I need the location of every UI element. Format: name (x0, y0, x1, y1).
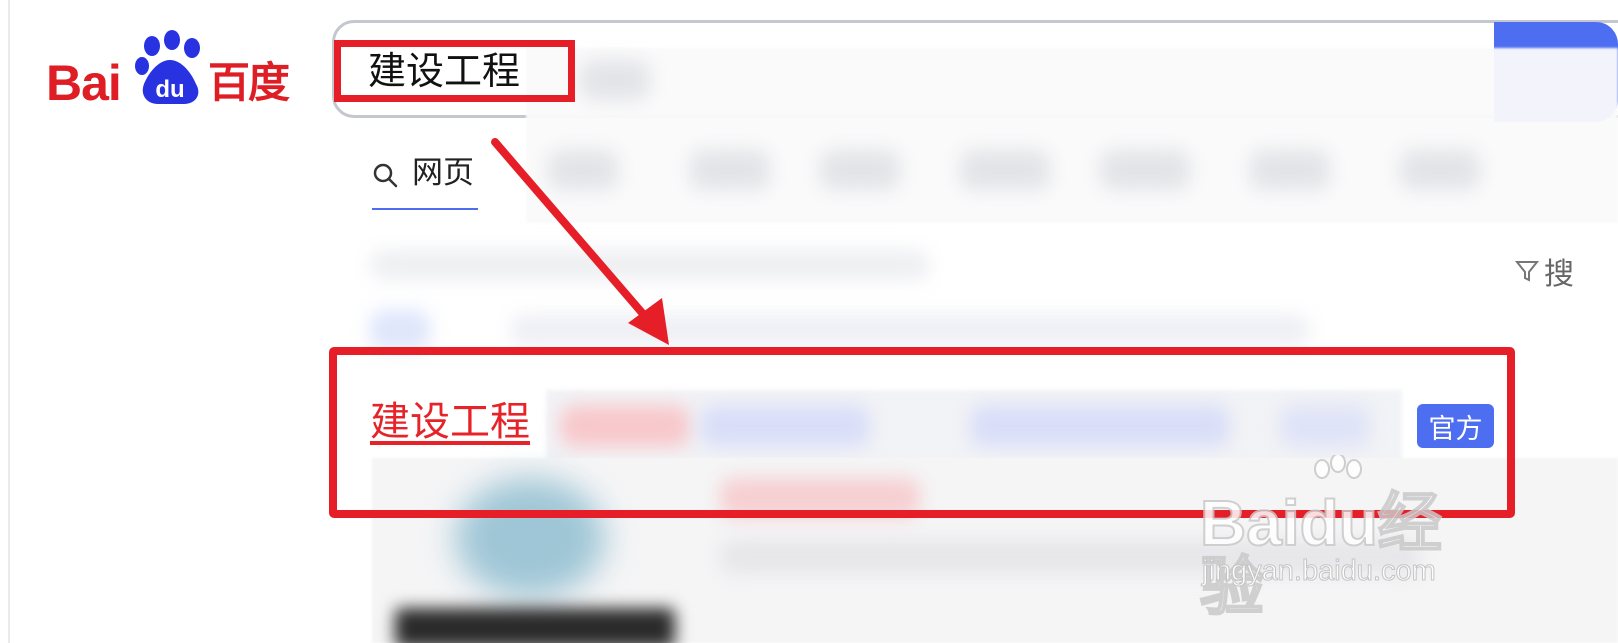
search-tools[interactable]: 搜 (1514, 249, 1574, 293)
suggestion-blur (548, 150, 618, 190)
logo-latin: Bai (46, 55, 122, 111)
result-caption-blur (395, 608, 675, 643)
suggestion-blur (1100, 150, 1190, 190)
baidu-jingyan-watermark: Baidu经验 jingyan.baidu.com (1199, 455, 1500, 620)
tab-web-label: 网页 (412, 155, 474, 191)
suggestion-blur (1250, 150, 1330, 190)
results-meta-blur (370, 250, 930, 280)
search-icon (373, 163, 398, 188)
suggestion-blur (960, 150, 1050, 190)
suggestion-blur (1400, 150, 1480, 190)
logo-paw-text: du (155, 76, 184, 103)
search-tools-label: 搜 (1544, 257, 1574, 292)
tab-web[interactable]: 网页 (372, 154, 480, 210)
suggestion-dropdown (526, 48, 1618, 223)
tab-active-indicator (372, 208, 478, 210)
logo-chinese: 百度 (208, 58, 290, 107)
suggestion-blur (820, 150, 900, 190)
annotation-box-search (334, 40, 575, 102)
watermark-url: jingyan.baidu.com (1202, 555, 1437, 588)
baidu-logo[interactable]: Bai du 百度 (46, 30, 306, 110)
paw-icon: du (135, 30, 200, 104)
results-meta-blur (510, 315, 1310, 345)
page-left-border (8, 0, 10, 643)
results-meta-blur (370, 310, 430, 350)
suggestion-blur (690, 150, 770, 190)
suggestion-blur (580, 60, 650, 100)
filter-icon (1514, 261, 1540, 282)
